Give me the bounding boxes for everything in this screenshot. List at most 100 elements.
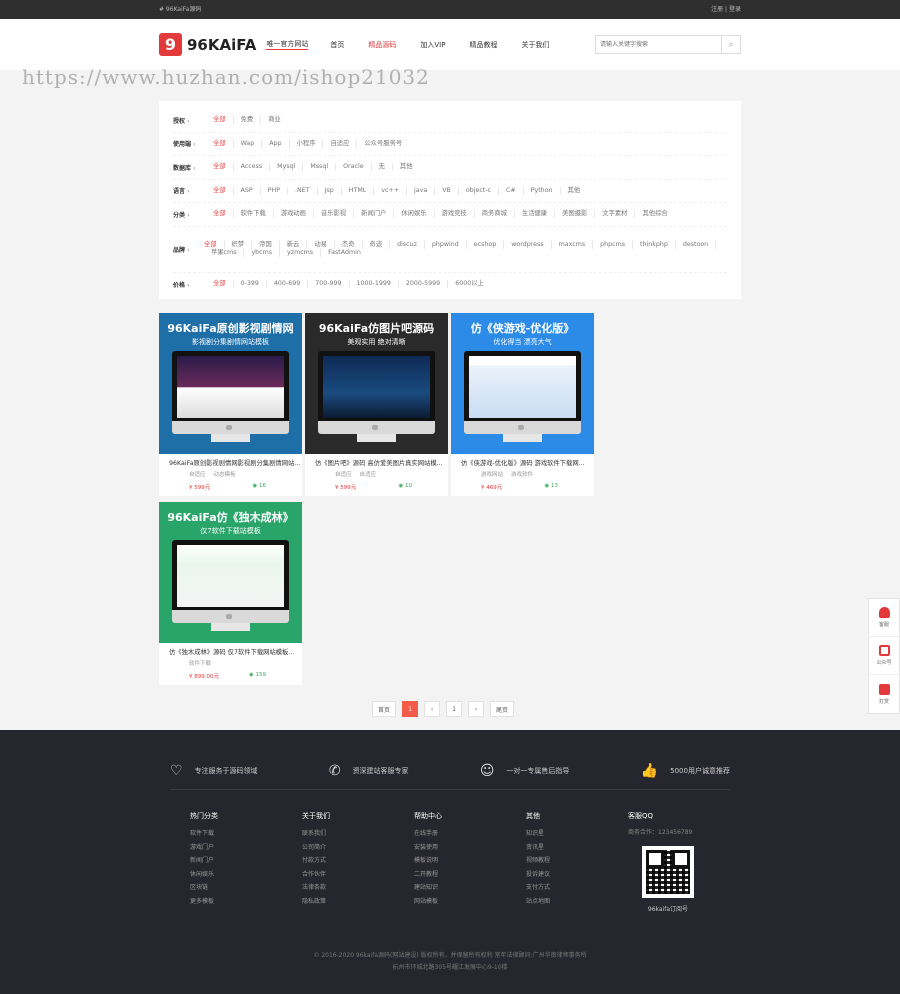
nav-about[interactable]: 关于我们: [521, 40, 549, 50]
product-tag[interactable]: 自适应: [360, 472, 377, 478]
footer-link[interactable]: 在线手册: [414, 827, 526, 841]
page-1[interactable]: 1: [446, 701, 463, 717]
filter-option[interactable]: 美图摄影: [555, 210, 596, 219]
footer-link[interactable]: 视频教程: [526, 854, 638, 868]
login-link[interactable]: 登录: [729, 6, 741, 13]
footer-link[interactable]: 游戏门户: [190, 841, 302, 855]
product-tag[interactable]: 软件下载: [189, 661, 211, 667]
filter-option[interactable]: ASP: [234, 186, 261, 195]
filter-option[interactable]: Python: [524, 186, 561, 195]
product-title[interactable]: 仿《独木成林》源码 仅7软件下载网站模板...: [159, 643, 302, 656]
product-card[interactable]: 96KaiFa仿图片吧源码 美观实用 绝对清晰 仿《图片吧》源码 高仿爱美图片真实网…: [305, 313, 448, 496]
product-thumbnail[interactable]: 96KaiFa原创影视剧情网 影视剧分集剧情网站模板: [159, 313, 302, 454]
footer-link[interactable]: 新闻门户: [190, 854, 302, 868]
filter-option[interactable]: C#: [499, 186, 524, 195]
footer-link[interactable]: 站点地图: [526, 895, 638, 909]
footer-link[interactable]: 区块链: [190, 881, 302, 895]
filter-option[interactable]: PHP: [261, 186, 289, 195]
product-tag[interactable]: 游戏软件: [511, 472, 533, 478]
filter-option[interactable]: 杰奇: [335, 241, 363, 249]
filter-option[interactable]: 其他: [561, 187, 588, 195]
filter-option[interactable]: 0-399: [234, 280, 267, 289]
filter-option[interactable]: maxcms: [552, 241, 594, 249]
sidebar-service[interactable]: 客服: [869, 599, 899, 637]
filter-option[interactable]: 免费: [234, 116, 262, 125]
register-link[interactable]: 注册: [711, 6, 723, 13]
filter-option[interactable]: 无: [372, 163, 393, 172]
filter-option[interactable]: phpcms: [593, 241, 633, 249]
footer-link[interactable]: 隐私政策: [302, 895, 414, 909]
filter-option[interactable]: 全部: [213, 139, 234, 148]
product-thumbnail[interactable]: 96KaiFa仿图片吧源码 美观实用 绝对清晰: [305, 313, 448, 454]
footer-link[interactable]: 联系我们: [302, 827, 414, 841]
filter-option[interactable]: Oracle: [336, 163, 372, 172]
nav-tutorials[interactable]: 精品教程: [469, 40, 497, 50]
filter-option[interactable]: 自适应: [323, 139, 358, 148]
product-title[interactable]: 仿《侠游戏-优化版》源码 游戏软件下载网...: [451, 454, 594, 467]
product-tag[interactable]: 游戏网站: [481, 472, 503, 478]
product-title[interactable]: 96KaiFa原创影视剧情网影视剧分集剧情网站...: [159, 454, 302, 467]
filter-option[interactable]: 软件下载: [234, 210, 274, 219]
filter-option[interactable]: 2000-5999: [399, 280, 449, 289]
sidebar-wechat[interactable]: 公众号: [869, 637, 899, 675]
nav-home[interactable]: 首页: [330, 40, 344, 50]
nav-vip[interactable]: 加入VIP: [420, 40, 445, 50]
filter-option[interactable]: ecshop: [467, 241, 505, 249]
product-card[interactable]: 仿《侠游戏-优化版》 优化得当 漂亮大气 仿《侠游戏-优化版》源码 游戏软件下载网.…: [451, 313, 594, 496]
filter-option[interactable]: ybcms: [244, 249, 281, 257]
footer-link[interactable]: 模板说明: [414, 854, 526, 868]
page-next[interactable]: ›: [468, 701, 485, 717]
filter-option[interactable]: 新闻门户: [354, 210, 395, 219]
nav-source-code[interactable]: 精品源码: [368, 40, 396, 50]
page-last[interactable]: 尾页: [490, 701, 515, 717]
product-thumbnail[interactable]: 仿《侠游戏-优化版》 优化得当 漂亮大气: [451, 313, 594, 454]
filter-option[interactable]: HTML: [342, 186, 375, 195]
filter-option[interactable]: 音乐影视: [314, 210, 355, 219]
footer-link[interactable]: 二开教程: [414, 868, 526, 882]
filter-option[interactable]: 全部: [213, 163, 234, 172]
filter-option[interactable]: FastAdmin: [321, 249, 368, 257]
filter-option[interactable]: 奇迹: [363, 241, 391, 249]
page-first[interactable]: 首页: [372, 701, 397, 717]
filter-option[interactable]: 商务商城: [475, 210, 515, 219]
filter-option[interactable]: 小程序: [290, 139, 324, 148]
filter-option[interactable]: 全部: [213, 280, 234, 289]
footer-link[interactable]: 更多模板: [190, 895, 302, 909]
filter-option[interactable]: 1000-1999: [350, 280, 399, 289]
footer-link[interactable]: 休闲娱乐: [190, 868, 302, 882]
footer-link[interactable]: 资讯星: [526, 841, 638, 855]
filter-option[interactable]: discuz: [390, 241, 425, 249]
filter-option[interactable]: 全部: [213, 116, 234, 125]
filter-option[interactable]: 文字素材: [595, 210, 636, 219]
product-card[interactable]: 96KaiFa仿《独木成林》 仅7软件下载站模板 仿《独木成林》源码 仅7软件下载网…: [159, 502, 302, 685]
filter-option[interactable]: Mysql: [270, 163, 304, 172]
filter-option[interactable]: 全部: [213, 186, 234, 195]
breadcrumb[interactable]: # 96KaiFa源码: [159, 0, 201, 19]
filter-option[interactable]: 其他: [393, 163, 420, 171]
page-prev[interactable]: ‹: [424, 701, 441, 717]
qq-number[interactable]: 商务合作：123456789: [628, 827, 708, 836]
footer-link[interactable]: 知识星: [526, 827, 638, 841]
footer-link[interactable]: 法律条款: [302, 881, 414, 895]
footer-link[interactable]: 网站模板: [414, 895, 526, 909]
filter-option[interactable]: wordpress: [504, 241, 552, 249]
filter-option[interactable]: 公众号服务号: [357, 140, 409, 148]
filter-option[interactable]: Mssql: [303, 163, 337, 172]
filter-option[interactable]: 游戏竞技: [435, 210, 475, 219]
product-tag[interactable]: 动态模板: [214, 472, 236, 478]
filter-option[interactable]: 苹果cms: [204, 249, 245, 257]
filter-option[interactable]: 帝国: [252, 241, 280, 249]
filter-option[interactable]: 游戏动画: [274, 210, 314, 219]
filter-option[interactable]: phpwind: [425, 241, 467, 249]
filter-option[interactable]: vc++: [374, 186, 408, 195]
filter-option[interactable]: Jsp: [318, 186, 342, 195]
filter-option[interactable]: VB: [435, 186, 459, 195]
filter-option[interactable]: 全部: [204, 241, 225, 249]
filter-option[interactable]: 休闲娱乐: [394, 210, 435, 219]
filter-option[interactable]: 新云: [280, 241, 308, 249]
filter-option[interactable]: 全部: [213, 210, 234, 219]
footer-link[interactable]: 付款方式: [302, 854, 414, 868]
filter-option[interactable]: 动易: [307, 241, 335, 249]
filter-option[interactable]: 700-999: [308, 280, 350, 289]
product-tag[interactable]: 自适应: [335, 472, 352, 478]
